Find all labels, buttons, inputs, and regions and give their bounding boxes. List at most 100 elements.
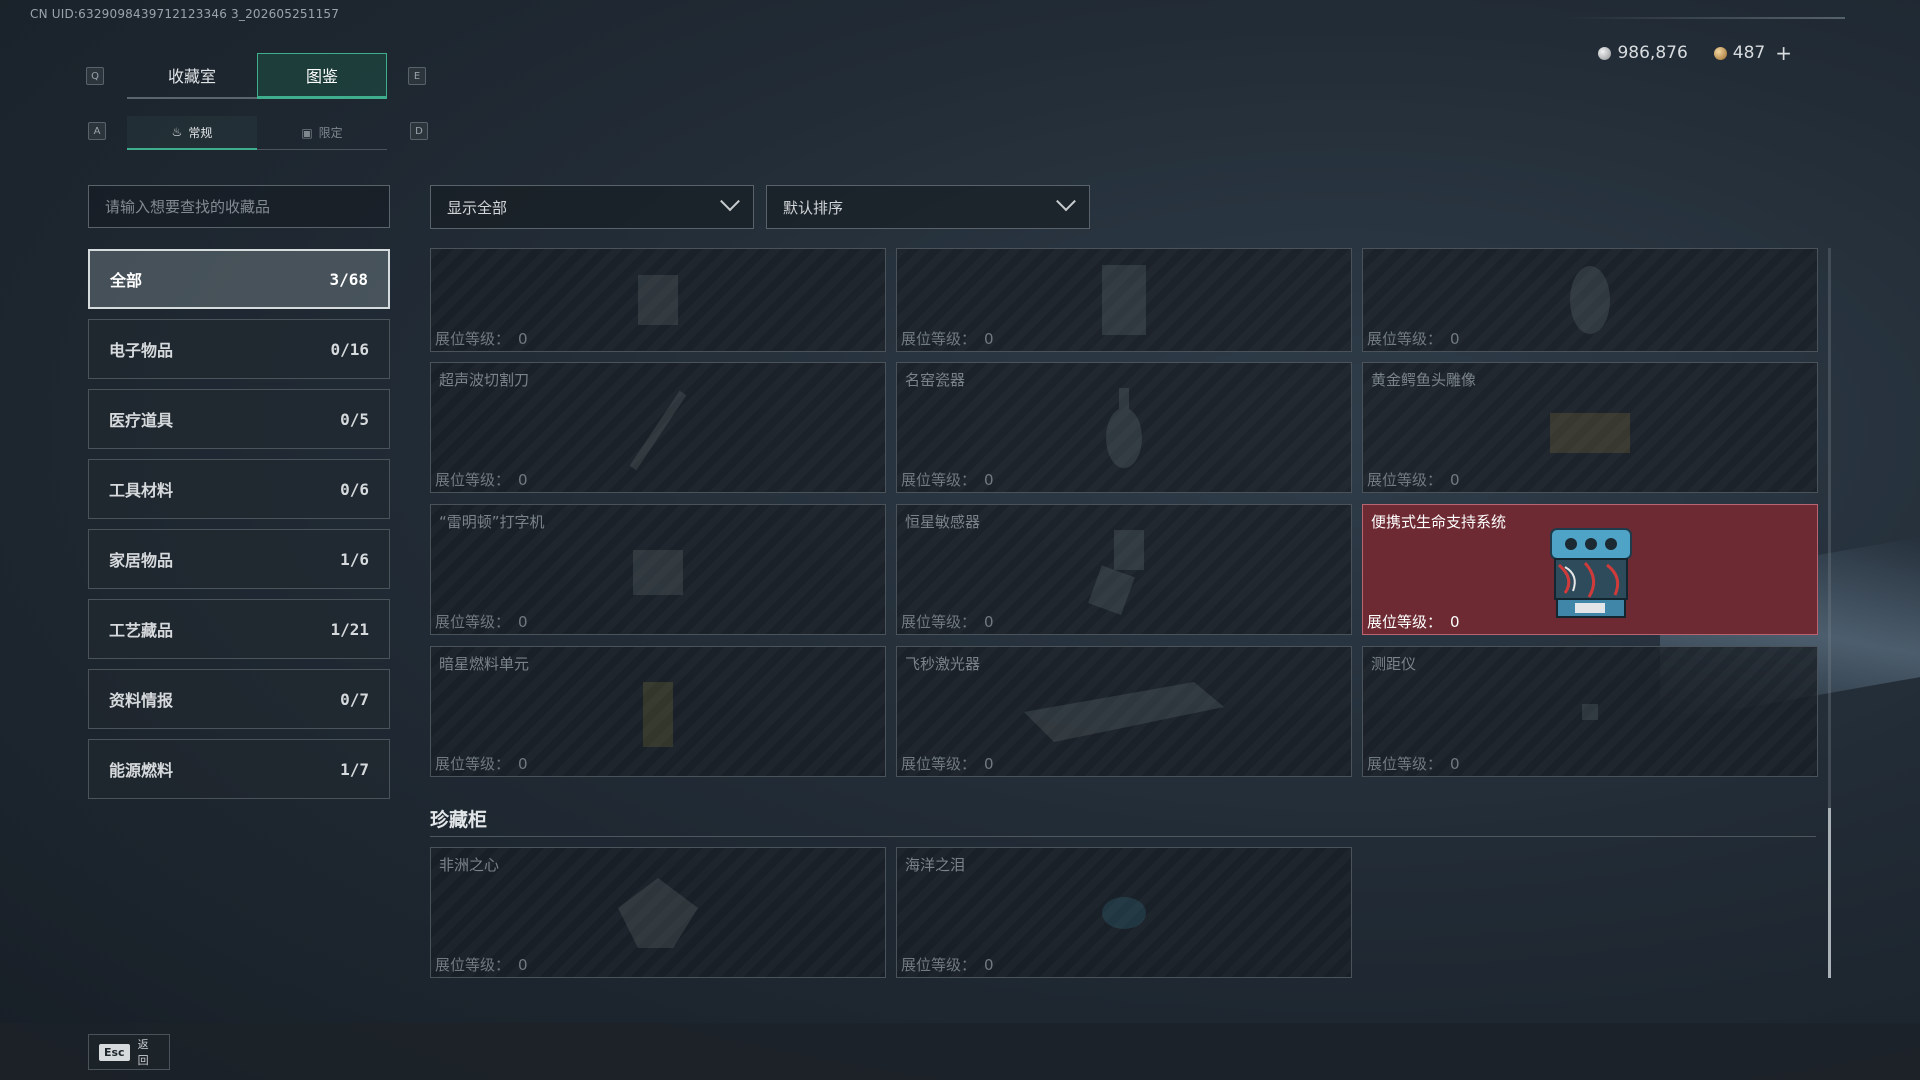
item-name: 测距仪: [1371, 655, 1417, 673]
item-level: 展位等级： 0: [435, 753, 528, 774]
level-value: 0: [518, 956, 528, 974]
item-card[interactable]: “雷明顿”打字机 展位等级： 0: [430, 504, 886, 635]
level-value: 0: [1450, 755, 1460, 773]
item-card[interactable]: 测距仪 展位等级： 0: [1362, 646, 1818, 777]
item-card[interactable]: 恒星敏感器 展位等级： 0: [896, 504, 1352, 635]
category-tools[interactable]: 工具材料 0/6: [88, 459, 390, 519]
item-card[interactable]: 暗星燃料单元 展位等级： 0: [430, 646, 886, 777]
category-count: 0/5: [340, 409, 369, 429]
item-card[interactable]: 展位等级： 0: [430, 248, 886, 352]
level-label: 展位等级：: [1367, 755, 1443, 773]
category-count: 1/7: [340, 759, 369, 779]
category-label: 工艺藏品: [109, 621, 174, 640]
back-label: 返回: [137, 1038, 149, 1067]
category-count: 0/7: [340, 689, 369, 709]
key-hint-d: D: [410, 122, 428, 140]
esc-key-icon: Esc: [99, 1043, 130, 1061]
top-divider: [1565, 17, 1845, 19]
category-electronics[interactable]: 电子物品 0/16: [88, 319, 390, 379]
category-household[interactable]: 家居物品 1/6: [88, 529, 390, 589]
item-silhouette-icon: [643, 681, 673, 747]
item-level: 展位等级： 0: [435, 611, 528, 632]
tab-limited[interactable]: ▣ 限定: [257, 116, 387, 150]
item-name: 超声波切割刀: [439, 371, 530, 389]
category-fuel[interactable]: 能源燃料 1/7: [88, 739, 390, 799]
item-silhouette-icon: [1582, 703, 1598, 720]
item-level: 展位等级： 0: [1367, 469, 1460, 490]
level-value: 0: [984, 755, 994, 773]
level-label: 展位等级：: [435, 471, 511, 489]
level-label: 展位等级：: [1367, 471, 1443, 489]
item-card[interactable]: 展位等级： 0: [1362, 248, 1818, 352]
category-count: 0/16: [330, 339, 369, 359]
item-level: 展位等级： 0: [901, 753, 994, 774]
item-level: 展位等级： 0: [1367, 328, 1460, 349]
category-count: 1/21: [330, 619, 369, 639]
category-intel[interactable]: 资料情报 0/7: [88, 669, 390, 729]
item-level: 展位等级： 0: [1367, 611, 1460, 632]
item-card[interactable]: 黄金鳄鱼头雕像 展位等级： 0: [1362, 362, 1818, 493]
level-label: 展位等级：: [435, 330, 511, 348]
silver-amount: 986,876: [1617, 43, 1688, 63]
gold-amount: 487: [1732, 43, 1766, 63]
chevron-down-icon: [1056, 191, 1076, 212]
item-card[interactable]: 超声波切割刀 展位等级： 0: [430, 362, 886, 493]
silver-currency: 986,876: [1598, 43, 1688, 63]
tab-catalog[interactable]: 图鉴: [257, 53, 387, 99]
cabinet-item-card[interactable]: 非洲之心 展位等级： 0: [430, 847, 886, 978]
tab-label: 图鉴: [305, 67, 338, 86]
item-card-owned[interactable]: 便携式生命支持系统 展位等级： 0: [1362, 504, 1818, 635]
level-value: 0: [518, 613, 528, 631]
item-level: 展位等级： 0: [901, 611, 994, 632]
level-value: 0: [1450, 330, 1460, 348]
grid-scrollbar[interactable]: [1828, 248, 1831, 978]
level-label: 展位等级：: [901, 755, 977, 773]
cabinet-item-card[interactable]: 海洋之泪 展位等级： 0: [896, 847, 1352, 978]
item-level: 展位等级： 0: [435, 954, 528, 975]
item-name: 非洲之心: [439, 856, 500, 874]
level-value: 0: [984, 330, 994, 348]
item-name: 黄金鳄鱼头雕像: [1371, 371, 1477, 389]
sort-dropdown[interactable]: 默认排序: [766, 185, 1090, 229]
key-hint-a: A: [88, 122, 106, 140]
category-count: 3/68: [329, 269, 368, 289]
category-crafts[interactable]: 工艺藏品 1/21: [88, 599, 390, 659]
back-button[interactable]: Esc 返回: [88, 1034, 170, 1070]
category-medical[interactable]: 医疗道具 0/5: [88, 389, 390, 449]
add-currency-button[interactable]: +: [1775, 41, 1792, 65]
category-list: 全部 3/68 电子物品 0/16 医疗道具 0/5 工具材料 0/6 家居物品…: [88, 249, 390, 809]
limited-icon: ▣: [301, 125, 313, 140]
search-input[interactable]: [88, 185, 390, 228]
item-name: “雷明顿”打字机: [439, 513, 545, 531]
item-card[interactable]: 飞秒激光器 展位等级： 0: [896, 646, 1352, 777]
level-value: 0: [1450, 471, 1460, 489]
main-tabs: 收藏室 图鉴: [127, 53, 387, 99]
tab-collection-room[interactable]: 收藏室: [127, 53, 257, 99]
show-filter-dropdown[interactable]: 显示全部: [430, 185, 754, 229]
section-divider: [430, 836, 1816, 837]
item-name: 便携式生命支持系统: [1371, 513, 1507, 531]
tab-regular[interactable]: ♨ 常规: [127, 116, 257, 150]
item-level: 展位等级： 0: [901, 469, 994, 490]
level-value: 0: [984, 471, 994, 489]
item-card[interactable]: 展位等级： 0: [896, 248, 1352, 352]
level-label: 展位等级：: [435, 755, 511, 773]
level-label: 展位等级：: [901, 330, 977, 348]
key-hint-q: Q: [86, 67, 104, 85]
item-name: 名窑瓷器: [905, 371, 966, 389]
category-label: 资料情报: [109, 691, 174, 710]
level-label: 展位等级：: [901, 471, 977, 489]
level-label: 展位等级：: [901, 956, 977, 974]
category-all[interactable]: 全部 3/68: [88, 249, 390, 309]
scrollbar-thumb[interactable]: [1828, 808, 1831, 978]
category-label: 能源燃料: [109, 761, 174, 780]
filter-bar: 显示全部 默认排序: [430, 185, 1090, 229]
category-label: 工具材料: [109, 481, 174, 500]
item-level: 展位等级： 0: [435, 328, 528, 349]
level-label: 展位等级：: [901, 613, 977, 631]
item-card[interactable]: 名窑瓷器 展位等级： 0: [896, 362, 1352, 493]
item-silhouette-icon: [1102, 896, 1146, 929]
dropdown-value: 显示全部: [447, 198, 508, 217]
item-level: 展位等级： 0: [901, 328, 994, 349]
tab-label: 限定: [318, 126, 343, 140]
